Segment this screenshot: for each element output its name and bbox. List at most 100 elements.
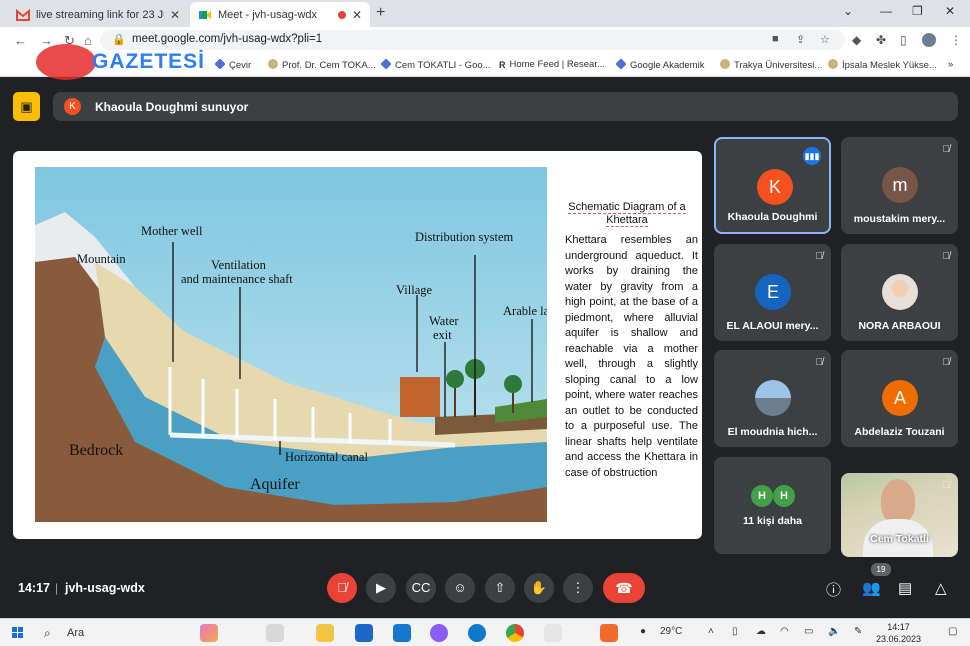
notification-app-icon[interactable]	[600, 624, 618, 642]
mic-off-icon: 🎙̸	[815, 251, 824, 262]
present-button[interactable]: ⇧	[485, 573, 515, 603]
diagram-label-arable: Arable land	[503, 304, 547, 318]
restore-button[interactable]: ❐	[912, 4, 923, 18]
tab-meet[interactable]: Meet - jvh-usag-wdx ✕	[190, 2, 370, 27]
close-icon[interactable]: ✕	[352, 8, 362, 22]
avatar	[755, 380, 791, 416]
store-icon[interactable]	[355, 624, 373, 642]
new-tab-button[interactable]: +	[376, 4, 385, 22]
mic-off-icon: 🎙̸	[942, 144, 951, 155]
taskbar-clock[interactable]: 14:17 23.06.2023	[876, 621, 921, 645]
avatar	[882, 274, 918, 310]
file-explorer-icon[interactable]	[316, 624, 334, 642]
meeting-controls: 14:17 | jvh-usag-wdx 🎙̸ ▶ CC ☺ ⇧ ✋ ⋮ ☎ ⓘ…	[0, 563, 970, 612]
bookmark-item[interactable]: Trakya Üniversitesi...	[720, 59, 822, 71]
raise-hand-button[interactable]: ✋	[524, 573, 554, 603]
avatar: H	[751, 485, 773, 507]
diagram-label-ventilation: Ventilation	[211, 258, 267, 272]
puzzle-icon[interactable]: ✤	[876, 33, 886, 47]
chat-icon[interactable]: ▤	[898, 579, 912, 597]
participant-name: moustakim mery...	[853, 213, 946, 225]
side-panel-icon[interactable]: ▯	[900, 33, 907, 47]
more-bookmarks-icon[interactable]: »	[948, 59, 953, 70]
paint-icon[interactable]	[544, 624, 562, 642]
bookmark-item[interactable]: Cem TOKATLI - Goo...	[380, 58, 491, 71]
minimize-button[interactable]: —	[880, 4, 892, 18]
divider: |	[55, 581, 59, 595]
tab-gmail[interactable]: live streaming link for 23 June - b ✕	[8, 2, 188, 27]
slide-body: Khettara resembles an underground aquedu…	[565, 234, 698, 479]
wifi-icon[interactable]: ◠	[780, 626, 789, 637]
volume-icon[interactable]: 🔈	[828, 626, 840, 637]
profile-avatar[interactable]	[922, 33, 936, 47]
diagram-label-aquifer: Aquifer	[250, 476, 300, 493]
speaking-icon: ▮▮▮	[803, 147, 821, 165]
hang-up-button[interactable]: ☎	[603, 573, 645, 603]
participant-tile[interactable]: 🎙̸ El moudnia hich...	[714, 350, 831, 447]
edge-icon[interactable]	[468, 624, 486, 642]
usb-icon[interactable]: ▯	[732, 626, 738, 637]
participant-tile[interactable]: 🎙̸ NORA ARBAOUI	[841, 244, 958, 341]
participant-tile[interactable]: E 🎙̸ EL ALAOUI mery...	[714, 244, 831, 341]
taskbar: ⌕ Ara ● 29°C ˄ ▯ ☁ ◠ ▭ 🔈 ✎ 14:17 23.06.2…	[0, 618, 970, 646]
participant-tile[interactable]: m 🎙̸ moustakim mery...	[841, 137, 958, 234]
notifications-icon[interactable]: ▢	[948, 626, 957, 637]
presenter-bar: K Khaoula Doughmi sunuyor	[53, 92, 958, 121]
presenter-label: Khaoula Doughmi sunuyor	[95, 100, 249, 114]
windows-start-icon[interactable]	[12, 627, 24, 639]
tab-strip: live streaming link for 23 June - b ✕ Me…	[0, 0, 970, 27]
clock-time: 14:17	[887, 622, 910, 632]
share-icon[interactable]: ⇪	[796, 33, 805, 46]
close-window-button[interactable]: ✕	[945, 4, 955, 18]
close-icon[interactable]: ✕	[170, 8, 180, 22]
bookmark-item[interactable]: İpsala Meslek Yükse...	[828, 59, 937, 71]
crescent-star-icon	[36, 44, 96, 80]
people-icon[interactable]: 👥	[862, 579, 881, 597]
mic-off-icon: 🎙̸	[815, 357, 824, 368]
copilot-icon[interactable]	[430, 624, 448, 642]
camera-icon[interactable]: ▭	[804, 626, 813, 637]
watermark-logo: GAZETESİ	[22, 44, 222, 84]
more-options-button[interactable]: ⋮	[563, 573, 593, 603]
more-participants-tile[interactable]: H H 11 kişi daha	[714, 457, 831, 554]
diagram-label-shaft: and maintenance shaft	[181, 272, 293, 286]
camera-toggle-button[interactable]: ▶	[366, 573, 396, 603]
khettara-diagram: Mountain Mother well Ventilation and mai…	[35, 167, 547, 522]
menu-icon[interactable]: ⋮	[950, 33, 962, 47]
cloud-icon[interactable]: ☁	[756, 626, 766, 637]
participant-tile[interactable]: A 🎙̸ Abdelaziz Touzani	[841, 350, 958, 447]
watermark-text: GAZETESİ	[92, 50, 206, 73]
mic-toggle-button[interactable]: 🎙̸	[327, 573, 357, 603]
presentation-toggle-button[interactable]: ▣	[13, 92, 40, 121]
diagram-label-exit: exit	[433, 328, 452, 342]
mail-icon[interactable]	[393, 624, 411, 642]
bookmark-item[interactable]: R Home Feed | Resear...	[499, 59, 605, 70]
weather-temp: 29°C	[660, 626, 683, 637]
participant-name: Cem Tokatli	[870, 533, 929, 545]
info-icon[interactable]: ⓘ	[826, 579, 841, 600]
participant-tile[interactable]: 🎙̸ Cem Tokatli	[841, 473, 958, 557]
diagram-label-water: Water	[429, 314, 459, 328]
star-icon[interactable]: ☆	[820, 33, 830, 46]
captions-button[interactable]: CC	[406, 573, 436, 603]
participant-tile[interactable]: K ▮▮▮ Khaoula Doughmi	[714, 137, 831, 234]
camera-status-icon[interactable]: ■	[772, 33, 779, 45]
task-view-icon[interactable]	[266, 624, 284, 642]
butterfly-widget-icon[interactable]	[200, 624, 218, 642]
diagram-label-village: Village	[396, 283, 432, 297]
activities-icon[interactable]: △	[935, 579, 947, 597]
avatar: K	[757, 169, 793, 205]
bookmark-item[interactable]: Google Akademik	[615, 58, 704, 71]
chevron-up-icon[interactable]: ˄	[708, 626, 714, 637]
tab-search-icon[interactable]: ⌄	[843, 4, 853, 18]
bookmark-item[interactable]: Prof. Dr. Cem TOKA...	[268, 59, 376, 71]
emoji-button[interactable]: ☺	[445, 573, 475, 603]
avatar: m	[882, 167, 918, 203]
extension-icon[interactable]: ◆	[852, 33, 861, 47]
diagram-label-bedrock: Bedrock	[69, 442, 123, 459]
chrome-icon[interactable]	[506, 624, 524, 642]
pen-icon[interactable]: ✎	[854, 626, 862, 637]
meeting-code: jvh-usag-wdx	[65, 581, 145, 595]
weather-icon[interactable]: ●	[640, 626, 646, 637]
slide-title: Schematic Diagram of a Khettara	[568, 201, 686, 227]
